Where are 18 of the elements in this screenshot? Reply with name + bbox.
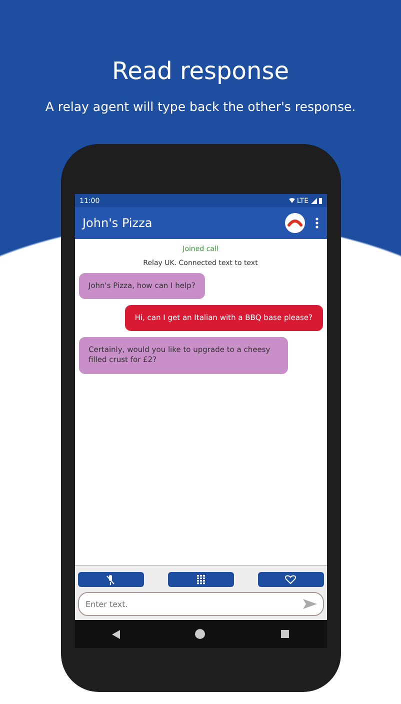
home-icon[interactable] [195, 629, 206, 639]
message-input[interactable]: Enter text. [78, 592, 324, 616]
muted-microphone-icon [106, 574, 115, 584]
favourite-button[interactable] [258, 572, 324, 587]
mute-button[interactable] [78, 572, 144, 587]
signal-icon [310, 198, 316, 204]
hang-up-button[interactable] [284, 213, 304, 233]
more-menu-icon[interactable] [314, 217, 318, 229]
back-icon[interactable] [112, 630, 120, 638]
app-title: John's Pizza [82, 216, 154, 230]
page-title: Read response [112, 57, 289, 85]
keypad-button[interactable] [168, 572, 234, 587]
heart-icon [285, 575, 296, 584]
wifi-icon [288, 198, 295, 203]
battery-icon [318, 198, 322, 204]
page-subtitle: A relay agent will type back the other's response. [45, 99, 356, 114]
recents-icon[interactable] [280, 630, 289, 638]
keypad-icon [196, 574, 204, 584]
